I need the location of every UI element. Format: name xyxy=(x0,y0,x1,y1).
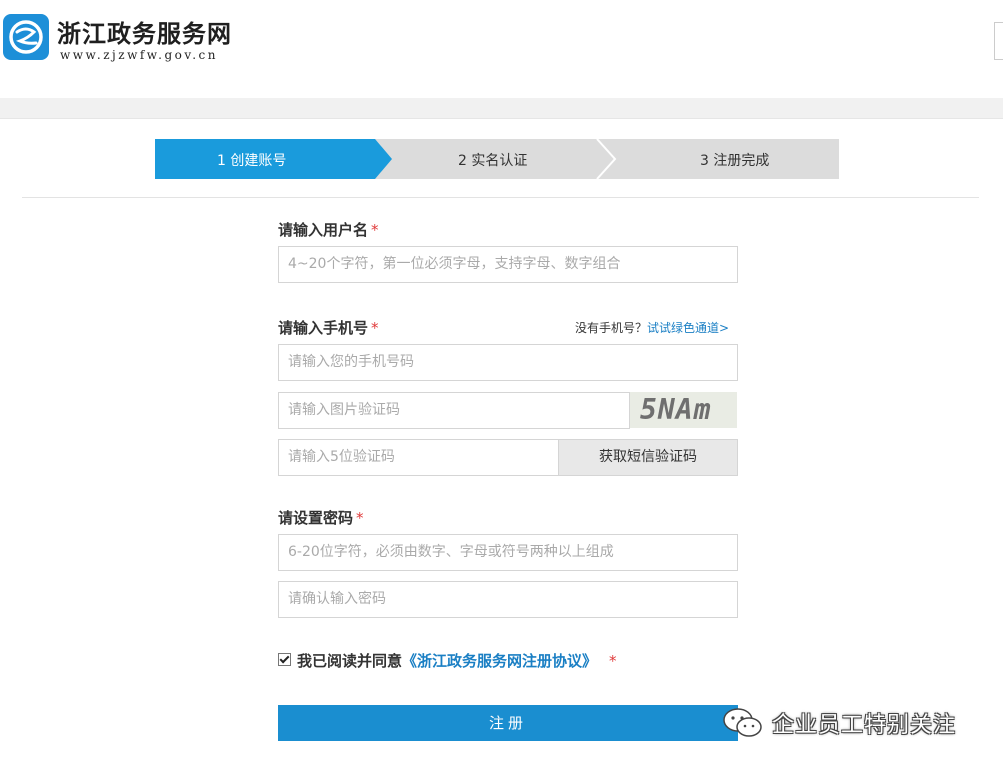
phone-input[interactable]: 请输入您的手机号码 xyxy=(278,344,738,381)
username-label: 请输入用户名 * xyxy=(278,219,379,240)
password-label-text: 请设置密码 xyxy=(278,509,354,527)
watermark-text: 企业员工特别关注 xyxy=(772,713,957,738)
no-phone-text: 没有手机号？ xyxy=(575,321,648,335)
agreement-row: 我已阅读并同意《浙江政务服务网注册协议》 * xyxy=(278,650,617,671)
agree-text: 我已阅读并同意 xyxy=(297,652,403,670)
site-logo-icon[interactable] xyxy=(3,14,49,60)
captcha-image[interactable]: 5NAm xyxy=(630,392,737,428)
wechat-icon xyxy=(723,708,762,737)
step-1-label: 1 创建账号 xyxy=(217,153,287,169)
confirm-password-input[interactable]: 请确认输入密码 xyxy=(278,581,738,618)
step-active-arrow xyxy=(375,139,392,179)
no-phone-hint: 没有手机号？试试绿色通道> xyxy=(575,319,729,336)
password-label: 请设置密码 * xyxy=(278,507,364,528)
phone-label: 请输入手机号 * xyxy=(278,317,379,338)
captcha-text: 5NAm xyxy=(640,393,712,426)
site-url: www.zjzwfw.gov.cn xyxy=(60,48,218,62)
required-mark: * xyxy=(371,221,379,239)
register-button[interactable]: 注册 xyxy=(278,705,738,741)
image-code-input[interactable]: 请输入图片验证码 xyxy=(278,392,630,429)
watermark: 企业员工特别关注 xyxy=(722,703,956,743)
sms-code-input[interactable]: 请输入5位验证码 xyxy=(278,439,559,476)
password-input[interactable]: 6-20位字符，必须由数字、字母或符号两种以上组成 xyxy=(278,534,738,571)
site-title[interactable]: 浙江政务服务网 xyxy=(57,14,232,49)
site-header: 浙江政务服务网 www.zjzwfw.gov.cn xyxy=(0,0,1003,98)
step-2-label: 2 实名认证 xyxy=(458,153,528,169)
phone-label-text: 请输入手机号 xyxy=(278,319,369,337)
divider xyxy=(22,197,979,198)
header-search-box[interactable] xyxy=(994,22,1003,60)
step-separator-chevron xyxy=(596,139,617,179)
step-3-label: 3 注册完成 xyxy=(700,153,770,169)
green-channel-link[interactable]: 试试绿色通道> xyxy=(647,321,729,335)
step-progress-bar: 1 创建账号 2 实名认证 3 注册完成 xyxy=(155,139,839,179)
required-mark: * xyxy=(371,319,379,337)
username-input[interactable]: 4~20个字符，第一位必须字母，支持字母、数字组合 xyxy=(278,246,738,283)
agreement-link[interactable]: 《浙江政务服务网注册协议》 xyxy=(402,652,597,670)
required-mark: * xyxy=(356,509,364,527)
required-mark: * xyxy=(609,652,617,670)
agree-checkbox[interactable] xyxy=(278,653,291,666)
username-label-text: 请输入用户名 xyxy=(278,221,369,239)
get-sms-code-button[interactable]: 获取短信验证码 xyxy=(558,439,738,476)
header-separator xyxy=(0,98,1003,118)
